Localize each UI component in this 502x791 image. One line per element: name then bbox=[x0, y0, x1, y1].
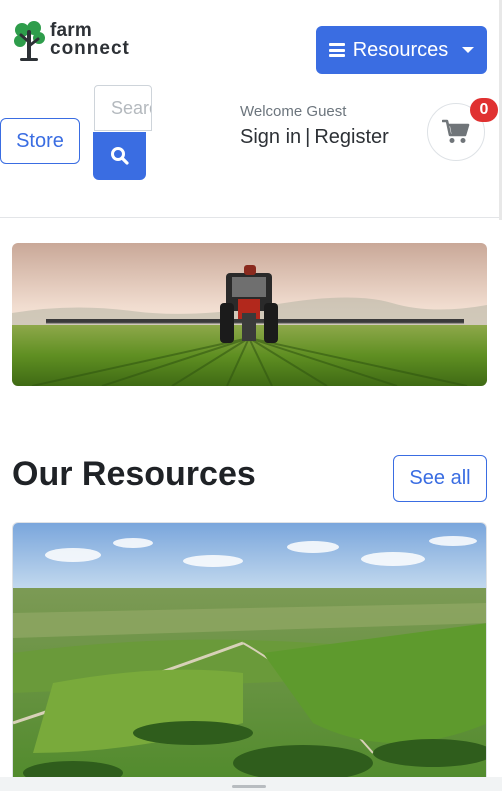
auth-separator: | bbox=[305, 126, 311, 148]
search-button[interactable] bbox=[93, 132, 146, 180]
bottom-bar bbox=[0, 777, 502, 791]
resource-card-image bbox=[13, 523, 486, 791]
auth-links: Sign in | Register bbox=[240, 126, 389, 149]
cart-icon bbox=[442, 119, 470, 143]
welcome-text: Welcome Guest bbox=[240, 103, 347, 120]
store-button[interactable]: Store bbox=[0, 118, 80, 164]
resource-card[interactable] bbox=[12, 522, 487, 791]
logo-text-line2: connect bbox=[50, 38, 130, 59]
tree-logo-icon bbox=[14, 21, 45, 61]
cart-count-badge: 0 bbox=[470, 98, 498, 122]
resources-dropdown-button[interactable]: Resources bbox=[316, 26, 487, 74]
section-title: Our Resources bbox=[12, 455, 256, 493]
brand-logo[interactable]: farm connect bbox=[12, 20, 142, 64]
drag-handle[interactable] bbox=[232, 785, 266, 788]
see-all-button[interactable]: See all bbox=[393, 455, 487, 502]
hamburger-icon bbox=[328, 43, 345, 57]
sign-in-link[interactable]: Sign in bbox=[240, 126, 301, 148]
search-input[interactable] bbox=[94, 85, 152, 131]
register-link[interactable]: Register bbox=[314, 126, 388, 148]
search-icon bbox=[110, 147, 129, 165]
header-divider bbox=[0, 217, 502, 218]
hero-banner-image bbox=[12, 243, 487, 386]
resources-label: Resources bbox=[352, 38, 449, 61]
caret-down-icon bbox=[462, 47, 475, 53]
